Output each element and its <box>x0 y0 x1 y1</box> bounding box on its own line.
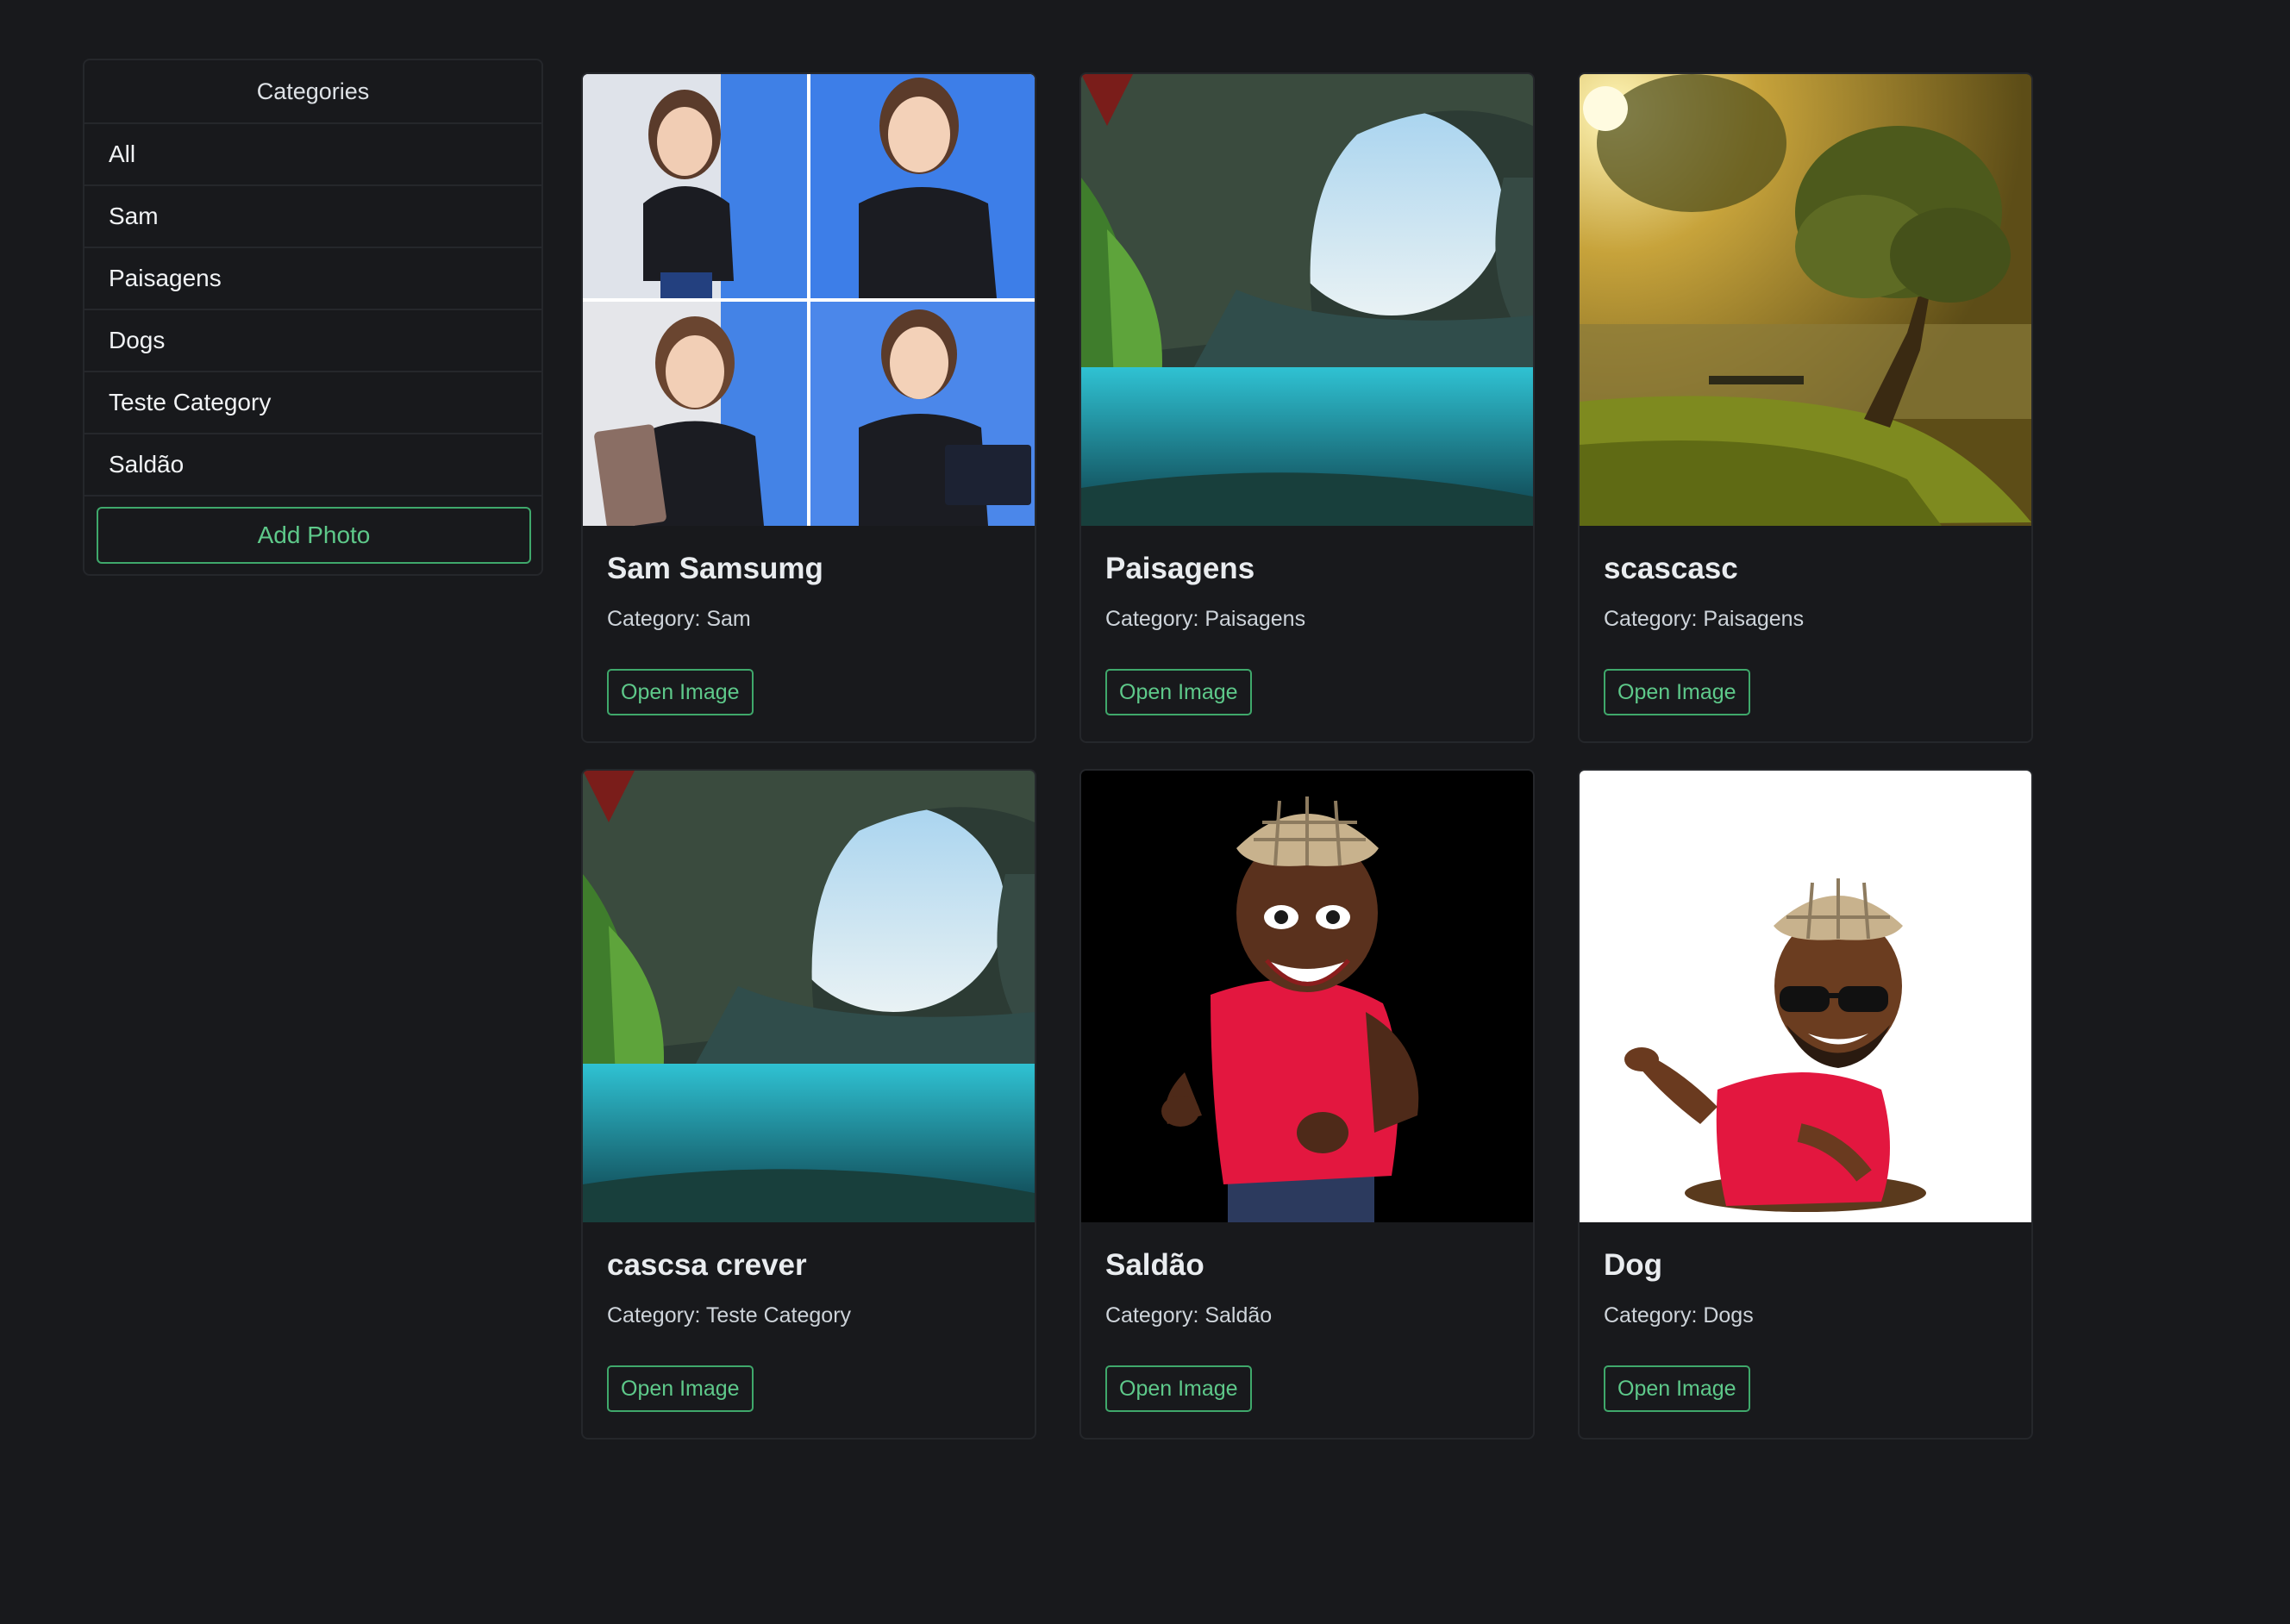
card-title: cascsa crever <box>607 1248 807 1282</box>
photo-card: cascsa crever Category: Teste Category O… <box>581 769 1036 1440</box>
photo-thumbnail[interactable] <box>1580 771 2031 1222</box>
photo-card: Paisagens Category: Paisagens Open Image <box>1079 72 1535 743</box>
card-title: Sam Samsumg <box>607 552 823 585</box>
categories-header: Categories <box>84 60 541 124</box>
card-title: Paisagens <box>1105 552 1255 585</box>
photo-thumbnail[interactable] <box>583 771 1035 1222</box>
photo-thumbnail[interactable] <box>1580 74 2031 526</box>
open-image-button[interactable]: Open Image <box>607 669 754 715</box>
photo-card: Sam Samsumg Category: Sam Open Image <box>581 72 1036 743</box>
card-title: scascasc <box>1604 552 1738 585</box>
card-category: Category: Dogs <box>1604 1303 1754 1327</box>
photo-card: Saldão Category: Saldão Open Image <box>1079 769 1535 1440</box>
card-category: Category: Saldão <box>1105 1303 1273 1327</box>
category-item-saldao[interactable]: Saldão <box>84 434 541 497</box>
category-item-paisagens[interactable]: Paisagens <box>84 248 541 310</box>
avatar-collage-image <box>583 74 1035 526</box>
card-category: Category: Paisagens <box>1105 607 1306 631</box>
photo-thumbnail[interactable] <box>1081 771 1533 1222</box>
card-title: Dog <box>1604 1248 1663 1282</box>
cave-lagoon-image <box>583 771 1035 1222</box>
photo-thumbnail[interactable] <box>583 74 1035 526</box>
card-category: Category: Sam <box>607 607 751 631</box>
photo-card: scascasc Category: Paisagens Open Image <box>1578 72 2033 743</box>
cave-lagoon-image <box>1081 74 1533 526</box>
photo-card: Dog Category: Dogs Open Image <box>1578 769 2033 1440</box>
category-item-teste-category[interactable]: Teste Category <box>84 372 541 434</box>
open-image-button[interactable]: Open Image <box>1105 669 1252 715</box>
open-image-button[interactable]: Open Image <box>607 1365 754 1412</box>
open-image-button[interactable]: Open Image <box>1604 1365 1750 1412</box>
open-image-button[interactable]: Open Image <box>1604 669 1750 715</box>
category-item-sam[interactable]: Sam <box>84 186 541 248</box>
open-image-button[interactable]: Open Image <box>1105 1365 1252 1412</box>
cartoon-man-image <box>1580 771 2031 1222</box>
cartoon-man-image <box>1081 771 1533 1222</box>
category-item-dogs[interactable]: Dogs <box>84 310 541 372</box>
card-title: Saldão <box>1105 1248 1204 1282</box>
photo-thumbnail[interactable] <box>1081 74 1533 526</box>
tree-lake-image <box>1580 74 2031 526</box>
categories-sidebar: Categories All Sam Paisagens Dogs Teste … <box>83 59 543 576</box>
card-category: Category: Teste Category <box>607 1303 852 1327</box>
category-item-all[interactable]: All <box>84 124 541 186</box>
card-category: Category: Paisagens <box>1604 607 1805 631</box>
add-photo-button[interactable]: Add Photo <box>97 507 531 564</box>
